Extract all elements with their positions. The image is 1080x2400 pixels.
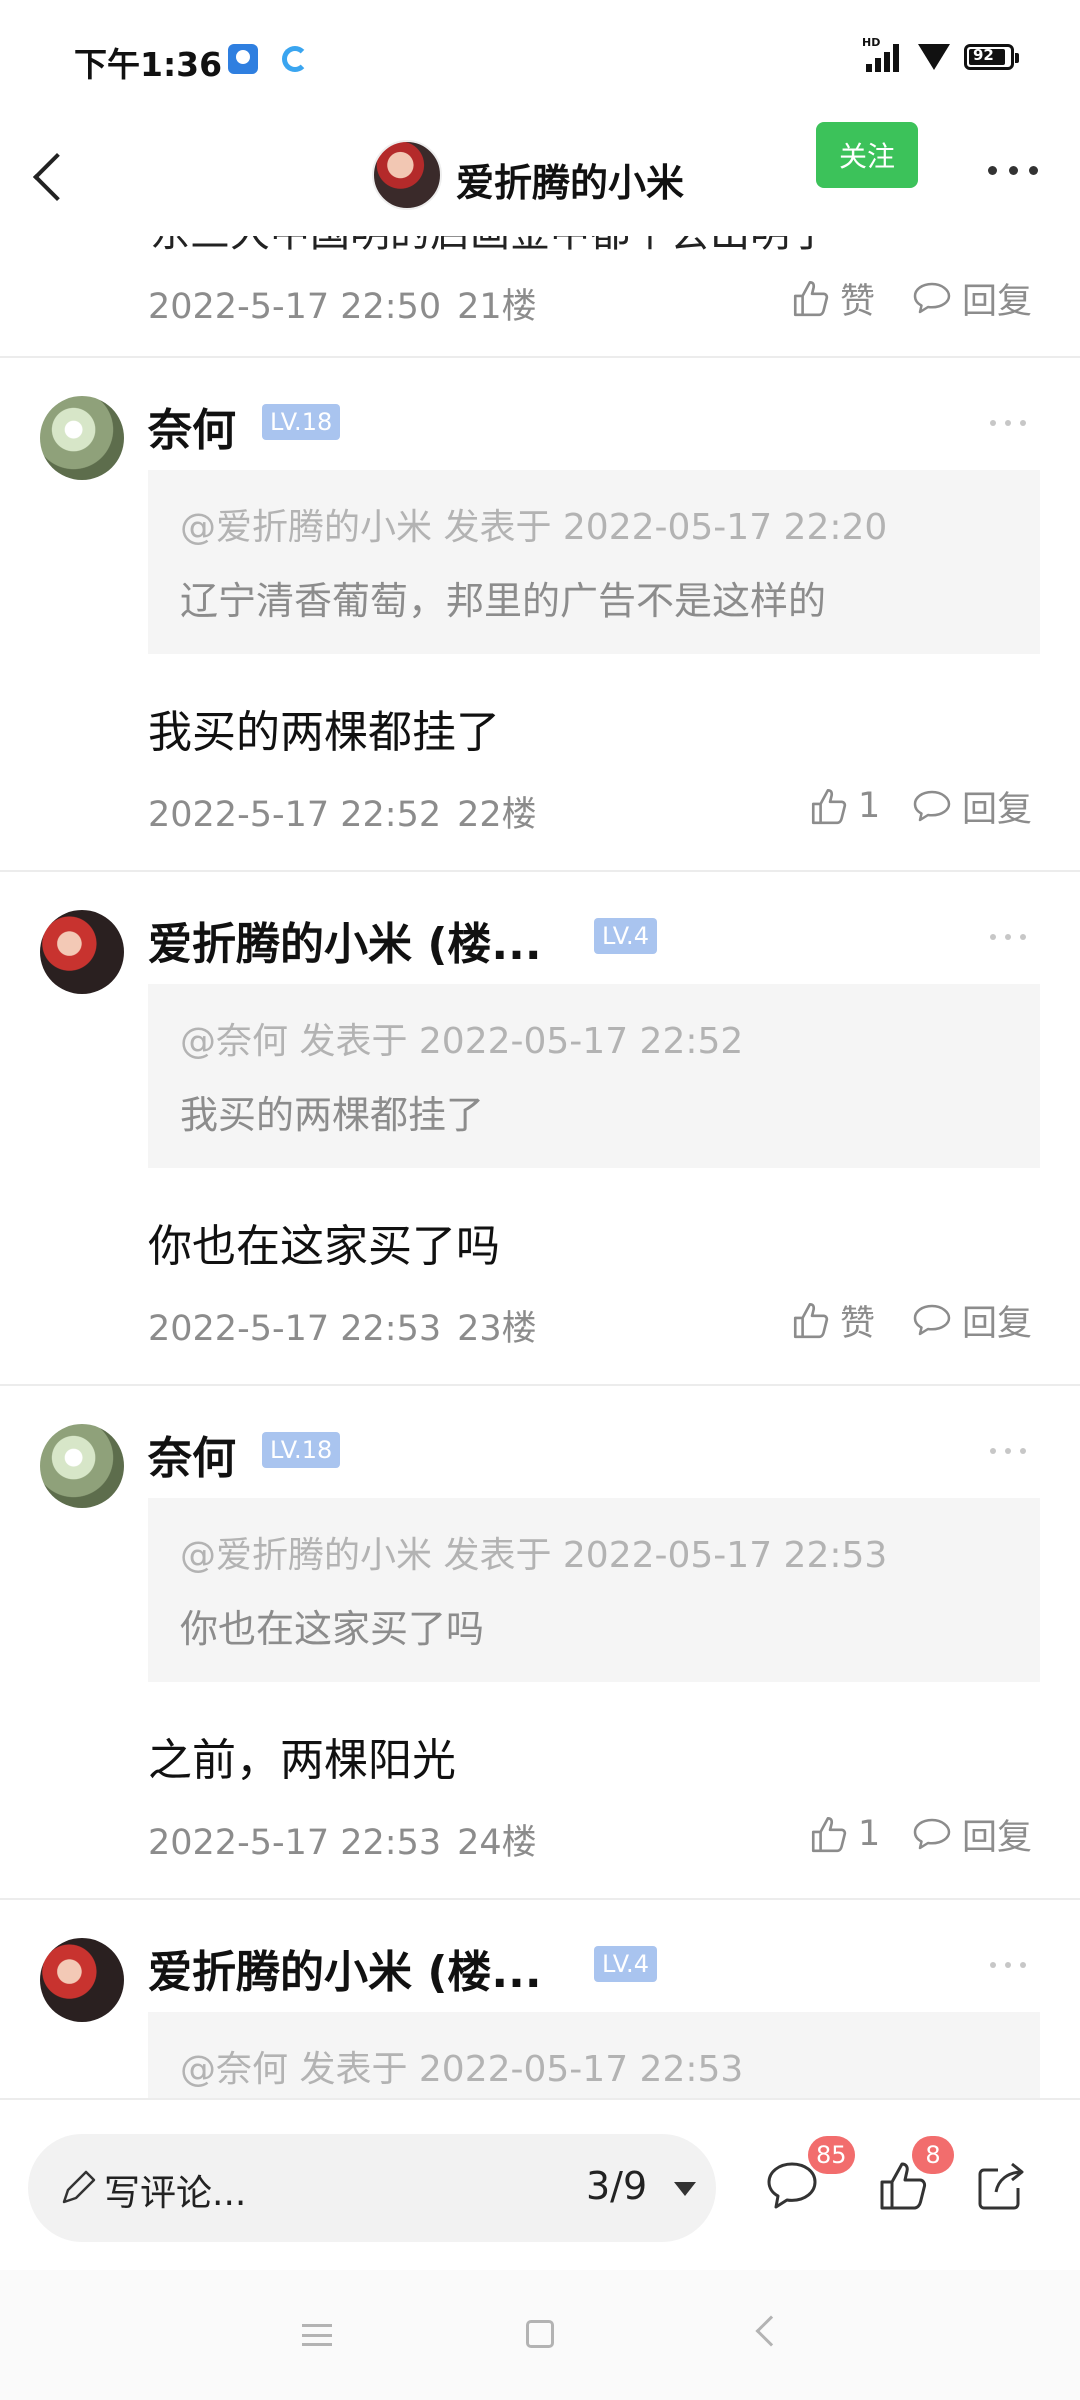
like-button[interactable]: 1 (808, 1810, 880, 1858)
comment-meta-row: 2022-5-17 22:53 23楼 赞 回复 (148, 1292, 1048, 1349)
comment-placeholder: 写评论... (104, 2173, 247, 2214)
comment-input[interactable]: 写评论... 3/9 (28, 2134, 716, 2242)
more-options-icon[interactable] (988, 166, 1038, 178)
comment-author[interactable]: 奈何 (148, 1422, 236, 1486)
thumbs-up-icon (811, 1816, 847, 1853)
reply-label: 回复 (962, 281, 1033, 322)
reply-button[interactable]: 回复 (912, 1810, 1032, 1858)
comment-time: 2022-5-17 22:53 (148, 1823, 442, 1863)
comment-meta-row: 2022-5-17 22:52 22楼 1 回复 (148, 778, 1048, 835)
comment-item: 奈何 LV.18 @爱折腾的小米 发表于 2022-05-17 22:20 辽宁… (0, 358, 1080, 870)
comment-text: 你也在这家买了吗 (148, 1221, 500, 1272)
quoted-reply[interactable]: @爱折腾的小米 发表于 2022-05-17 22:53 你也在这家买了吗 (148, 1498, 1040, 1682)
comment-count-badge: 85 (808, 2136, 855, 2174)
comment-text: 之前，两棵阳光 (148, 1735, 456, 1786)
share-icon[interactable] (974, 2158, 1030, 2214)
comment-list[interactable]: 东三大中国明的启画金中都个会出明了 2022-5-17 22:50 21楼 赞 回… (0, 236, 1080, 2098)
avatar[interactable] (40, 1938, 124, 2022)
chevron-down-icon[interactable] (674, 2182, 696, 2196)
reply-button[interactable]: 回复 (912, 1296, 1032, 1344)
comment-time: 2022-5-17 22:52 (148, 795, 442, 835)
cutoff-text: 东三大中国明的启画金中都个会出明了 (150, 236, 830, 258)
back-icon[interactable] (755, 2315, 787, 2347)
reply-button[interactable]: 回复 (912, 782, 1032, 830)
quote-body: 我买的两棵都挂了 (180, 1093, 485, 1137)
comment-meta-row: 2022-5-17 22:53 24楼 1 回复 (148, 1806, 1048, 1863)
level-badge: LV.4 (594, 1946, 657, 1982)
thumbs-up-icon (793, 280, 829, 317)
like-button[interactable]: 赞 (790, 274, 875, 322)
status-bar: 下午1:36 HD 92 (0, 0, 1080, 118)
thumbs-up-icon (793, 1302, 829, 1339)
browser-notification-icon (282, 46, 308, 72)
page-indicator[interactable]: 3/9 (586, 2164, 647, 2208)
quoted-reply[interactable]: @奈何 发表于 2022-05-17 22:52 我买的两棵都挂了 (148, 984, 1040, 1168)
reply-button[interactable]: 回复 (912, 274, 1032, 322)
quoted-reply[interactable]: @爱折腾的小米 发表于 2022-05-17 22:20 辽宁清香葡萄，邦里的广… (148, 470, 1040, 654)
quote-header: @奈何 发表于 2022-05-17 22:52 (180, 1021, 744, 1062)
like-button[interactable]: 赞 (790, 1296, 875, 1344)
post-floor: 21楼 (457, 287, 537, 327)
status-time: 下午1:36 (74, 45, 223, 84)
quote-header: @爱折腾的小米 发表于 2022-05-17 22:53 (180, 1535, 888, 1576)
level-badge: LV.4 (594, 918, 657, 954)
camera-notification-icon (228, 44, 258, 74)
battery-level: 92 (973, 46, 994, 64)
speech-bubble-icon (913, 790, 951, 822)
more-options-icon[interactable] (990, 1962, 1026, 1970)
speech-bubble-icon (913, 1818, 951, 1850)
pencil-icon (62, 2170, 96, 2204)
more-options-icon[interactable] (990, 420, 1026, 428)
reply-label: 回复 (962, 789, 1033, 830)
like-button[interactable]: 1 (808, 782, 880, 830)
quote-body: 你也在这家买了吗 (180, 1607, 485, 1651)
more-options-icon[interactable] (990, 1448, 1026, 1456)
comment-item: 爱折腾的小米 (楼... LV.4 @奈何 发表于 2022-05-17 22:… (0, 872, 1080, 1384)
more-options-icon[interactable] (990, 934, 1026, 942)
system-nav-bar (0, 2270, 1080, 2400)
like-count: 1 (858, 786, 881, 826)
comment-floor: 23楼 (457, 1309, 537, 1349)
comment-item: 爱折腾的小米 (楼... LV.4 @奈何 发表于 2022-05-17 22:… (0, 1900, 1080, 2098)
quote-header: @爱折腾的小米 发表于 2022-05-17 22:20 (180, 507, 888, 548)
post-meta-row: 2022-5-17 22:50 21楼 赞 回复 (148, 270, 1048, 327)
reply-label: 回复 (962, 1817, 1033, 1858)
post-time: 2022-5-17 22:50 (148, 287, 442, 327)
quoted-reply[interactable]: @奈何 发表于 2022-05-17 22:53 (148, 2012, 1040, 2098)
menu-icon[interactable] (302, 2324, 332, 2346)
battery-icon: 92 (964, 44, 1019, 70)
like-label: 赞 (840, 1303, 876, 1344)
like-count: 1 (858, 1814, 881, 1854)
like-label: 赞 (840, 281, 876, 322)
speech-bubble-icon (913, 282, 951, 314)
comment-time: 2022-5-17 22:53 (148, 1309, 442, 1349)
comment-text: 我买的两棵都挂了 (148, 707, 500, 758)
nav-bar: 爱折腾的小米 关注 (0, 118, 1080, 236)
avatar[interactable] (40, 1424, 124, 1508)
speech-bubble-icon (913, 1304, 951, 1336)
quote-header: @奈何 发表于 2022-05-17 22:53 (180, 2049, 744, 2090)
level-badge: LV.18 (262, 404, 341, 440)
comment-floor: 24楼 (457, 1823, 537, 1863)
follow-button[interactable]: 关注 (816, 122, 918, 188)
level-badge: LV.18 (262, 1432, 341, 1468)
comment-author[interactable]: 爱折腾的小米 (楼... (148, 1936, 542, 2000)
back-icon[interactable] (28, 152, 68, 202)
comment-author[interactable]: 爱折腾的小米 (楼... (148, 908, 542, 972)
home-icon[interactable] (526, 2320, 554, 2348)
author-avatar[interactable] (372, 140, 442, 210)
avatar[interactable] (40, 396, 124, 480)
comment-item: 奈何 LV.18 @爱折腾的小米 发表于 2022-05-17 22:53 你也… (0, 1386, 1080, 1898)
reply-label: 回复 (962, 1303, 1033, 1344)
thumbs-up-icon (811, 788, 847, 825)
bottom-action-bar: 写评论... 3/9 85 8 (0, 2098, 1080, 2270)
signal-icon (866, 42, 902, 72)
like-count-badge: 8 (912, 2136, 954, 2174)
comment-author[interactable]: 奈何 (148, 394, 236, 458)
comment-floor: 22楼 (457, 795, 537, 835)
page-title[interactable]: 爱折腾的小米 (456, 152, 684, 207)
quote-body: 辽宁清香葡萄，邦里的广告不是这样的 (180, 579, 827, 623)
avatar[interactable] (40, 910, 124, 994)
wifi-icon (918, 44, 950, 70)
